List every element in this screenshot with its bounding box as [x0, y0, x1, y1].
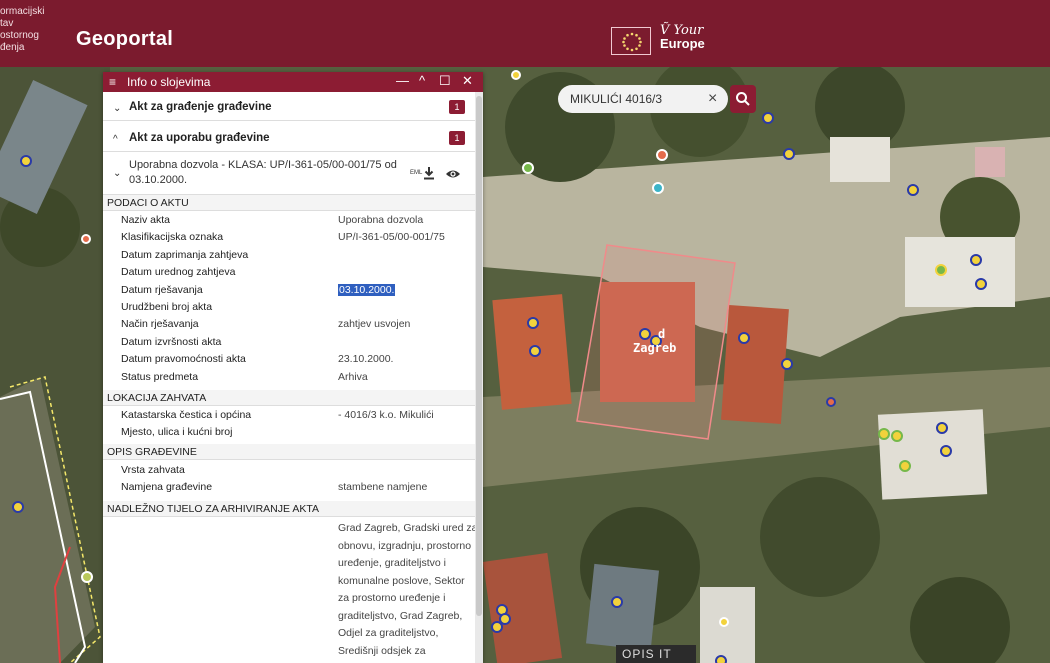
group-header-podaci: PODACI O AKTU	[103, 195, 475, 211]
eu-flag-icon[interactable]	[611, 27, 651, 55]
layer-info-panel: ≡ Info o slojevima — ^ ☐ ✕ ⌄ Akt za građ…	[103, 72, 483, 663]
field-label: Datum rješavanja	[121, 283, 203, 296]
chevron-down-icon: ⌄	[113, 168, 122, 179]
field-label: Mjesto, ulica i kućni broj	[121, 426, 233, 438]
maximize-button[interactable]: ☐	[439, 73, 451, 89]
field-value: 03.10.2000.	[338, 283, 396, 296]
count-badge: 1	[449, 100, 465, 114]
your-europe-line2: Europe	[660, 36, 705, 51]
field-label: Vrsta zahvata	[121, 464, 185, 476]
eml-label: EML	[410, 170, 423, 176]
field-value: zahtjev usvojen	[338, 318, 411, 331]
your-europe-logo[interactable]: Ṽ Your Europe	[660, 24, 705, 50]
clear-search-button[interactable]: ×	[708, 89, 717, 109]
scrollbar-thumb[interactable]	[476, 96, 482, 616]
section-akt-uporaba[interactable]: ^ Akt za uporabu građevine 1	[103, 126, 475, 152]
section-akt-gradenje[interactable]: ⌄ Akt za građenje građevine 1	[103, 95, 475, 121]
field-label: Datum zaprimanja zahtjeva	[121, 248, 249, 261]
app-title[interactable]: Geoportal	[76, 28, 173, 51]
search-box: ×	[558, 85, 728, 113]
panel-header[interactable]: ≡ Info o slojevima — ^ ☐ ✕	[103, 72, 483, 92]
chevron-down-icon: ⌄	[113, 103, 122, 114]
menu-icon[interactable]: ≡	[109, 75, 116, 89]
field-label: Klasifikacijska oznaka	[121, 231, 224, 244]
search-button[interactable]	[730, 85, 756, 113]
field-label: Status predmeta	[121, 370, 199, 383]
section-label: Akt za građenje građevine	[129, 101, 272, 113]
parcel-label-line2: Zagreb	[633, 341, 676, 355]
eye-icon[interactable]	[445, 168, 461, 180]
field-value: Uporabna dozvola	[338, 214, 424, 226]
field-label: Datum pravomoćnosti akta	[121, 353, 246, 366]
org-logo-text[interactable]: ormacijski tav ostornog đenja	[0, 6, 66, 54]
field-label: Namjena građevine	[121, 481, 213, 493]
chevron-up-icon: ^	[113, 134, 118, 145]
field-value: - 4016/3 k.o. Mikulići	[338, 409, 434, 421]
minimize-button[interactable]: —	[396, 73, 409, 88]
archiving-authority-value: Grad Zagreb, Gradski ured za obnovu, izg…	[338, 522, 478, 657]
group-header-lokacija: LOKACIJA ZAHVATA	[103, 390, 475, 406]
field-value: UP/I-361-05/00-001/75	[338, 231, 445, 244]
group-header-nadlezno: NADLEŽNO TIJELO ZA ARHIVIRANJE AKTA	[103, 501, 475, 517]
document-row[interactable]: ⌄ Uporabna dozvola - KLASA: UP/I-361-05/…	[103, 153, 475, 195]
close-button[interactable]: ✕	[462, 73, 473, 89]
download-icon[interactable]	[423, 166, 435, 180]
panel-title: Info o slojevima	[127, 75, 211, 89]
parcel-label-line1: d	[658, 327, 665, 341]
field-label: Urudžbeni broj akta	[121, 301, 213, 313]
field-value: stambene namjene	[338, 481, 428, 493]
panel-scrollbar[interactable]	[475, 92, 483, 663]
search-icon	[736, 92, 750, 106]
field-label: Datum urednog zahtjeva	[121, 266, 236, 279]
footer-badge: OPIS IT	[616, 645, 696, 663]
collapse-button[interactable]: ^	[419, 73, 425, 88]
parcel-search: ×	[558, 85, 756, 113]
field-label: Katastarska čestica i općina	[121, 409, 252, 421]
count-badge: 1	[449, 131, 465, 145]
field-value: Arhiva	[338, 370, 368, 383]
field-value: 23.10.2000.	[338, 353, 394, 366]
section-label: Akt za uporabu građevine	[129, 132, 270, 144]
field-label: Datum izvršnosti akta	[121, 335, 222, 348]
field-label: Način rješavanja	[121, 318, 199, 331]
document-title: Uporabna dozvola - KLASA: UP/I-361-05/00…	[129, 159, 397, 186]
search-input[interactable]	[570, 91, 700, 107]
top-header: ormacijski tav ostornog đenja Geoportal …	[0, 0, 1050, 67]
group-header-opis: OPIS GRAĐEVINE	[103, 444, 475, 460]
field-label: Naziv akta	[121, 214, 171, 226]
